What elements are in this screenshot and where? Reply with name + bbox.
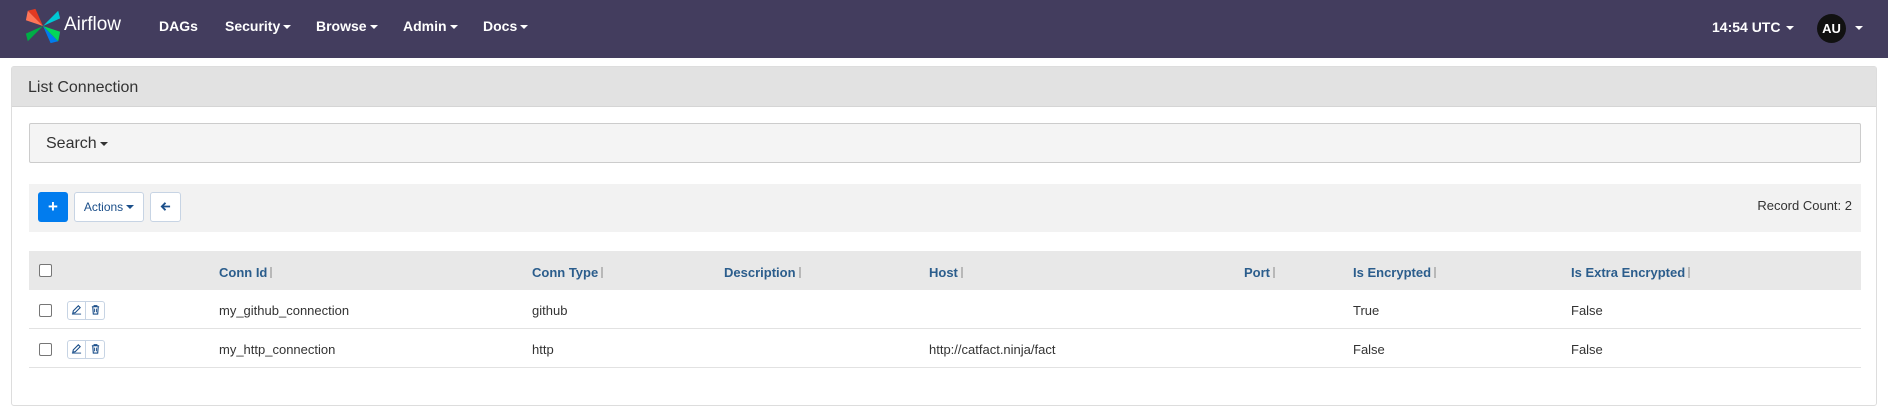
edit-record-button[interactable] [67,340,86,359]
column-header-is-encrypted[interactable]: Is Encrypted [1353,265,1437,280]
record-count: Record Count: 2 [1757,198,1852,213]
cell-is-extra-encrypted: False [1571,303,1603,318]
panel-heading: List Connection [12,67,1876,107]
nav-browse-label: Browse [316,18,367,34]
column-header-label: Description [724,265,796,280]
nav-dags-label: DAGs [159,18,198,34]
cell-is-encrypted: True [1353,303,1380,318]
actions-label: Actions [83,200,124,214]
sort-icon [601,267,604,278]
brand[interactable]: Airflow [24,6,121,50]
nav-admin[interactable]: Admin [403,18,458,34]
delete-record-button[interactable] [86,301,105,320]
edit-record-button[interactable] [67,301,86,320]
cell-conn-id: my_github_connection [219,303,350,318]
plus-icon: + [48,197,58,216]
search-panel[interactable]: Search [29,123,1861,163]
sort-icon [1273,267,1276,278]
nav-admin-label: Admin [403,18,447,34]
caret-down-icon [369,25,378,30]
cell-conn-id: my_http_connection [219,342,336,357]
edit-icon [71,341,82,359]
column-header-port[interactable]: Port [1244,265,1276,280]
page-title: List Connection [28,79,139,96]
delete-record-button[interactable] [86,340,105,359]
caret-down-icon [126,205,135,209]
user-avatar[interactable]: AU [1817,14,1846,43]
caret-down-icon [1786,26,1795,31]
row-checkbox[interactable] [39,304,52,317]
back-button[interactable] [150,192,181,222]
trash-icon [90,341,101,359]
airflow-logo-icon [24,7,62,50]
column-header-label: Host [929,265,958,280]
cell-conn-type: http [532,342,554,357]
row-checkbox[interactable] [39,343,52,356]
list-connection-panel: List Connection Search + Actions Record … [11,66,1877,406]
column-header-conn-id[interactable]: Conn Id [219,265,273,280]
nav-browse[interactable]: Browse [316,18,378,34]
brand-name: Airflow [64,14,122,35]
sort-icon [1688,267,1691,278]
nav-security-label: Security [225,18,281,34]
sort-icon [270,267,273,278]
search-toggle[interactable]: Search [46,135,108,153]
edit-icon [71,302,82,320]
column-header-label: Port [1244,265,1270,280]
nav-docs-label: Docs [483,18,518,34]
nav-docs[interactable]: Docs [483,18,529,34]
arrow-left-icon [160,200,171,215]
clock-dropdown[interactable]: 14:54 UTC [1712,19,1795,35]
table-row: my_http_connection http http://catfact.n… [29,329,1861,368]
user-menu-caret-icon[interactable] [1855,26,1863,30]
connections-table: Conn Id Conn Type Description Host Port … [29,251,1861,368]
nav-security[interactable]: Security [225,18,292,34]
top-navbar: Airflow DAGs Security Browse Admin Docs … [0,0,1888,58]
clock-label: 14:54 UTC [1712,19,1781,35]
sort-icon [1434,267,1437,278]
column-header-is-extra-encrypted[interactable]: Is Extra Encrypted [1571,265,1691,280]
column-header-description[interactable]: Description [724,265,802,280]
table-row: my_github_connection github True False [29,290,1861,329]
cell-conn-type: github [532,303,568,318]
caret-down-icon [283,25,292,30]
column-header-label: Is Encrypted [1353,265,1432,280]
column-header-label: Is Extra Encrypted [1571,265,1686,280]
search-label: Search [46,135,97,152]
trash-icon [90,302,101,320]
table-header-row: Conn Id Conn Type Description Host Port … [29,251,1861,290]
column-header-label: Conn Type [532,265,599,280]
actions-dropdown-button[interactable]: Actions [74,192,144,222]
column-header-label: Conn Id [219,265,268,280]
select-all-checkbox[interactable] [39,264,52,277]
list-toolbar: + Actions Record Count: 2 [29,184,1861,232]
cell-is-extra-encrypted: False [1571,342,1603,357]
sort-icon [960,267,964,278]
cell-is-encrypted: False [1353,342,1385,357]
caret-down-icon [99,141,108,146]
caret-down-icon [520,25,529,30]
sort-icon [798,267,802,278]
column-header-conn-type[interactable]: Conn Type [532,265,604,280]
add-record-button[interactable]: + [38,192,68,222]
caret-down-icon [449,25,458,30]
cell-host: http://catfact.ninja/fact [929,342,1056,357]
nav-dags[interactable]: DAGs [159,18,198,34]
column-header-host[interactable]: Host [929,265,964,280]
